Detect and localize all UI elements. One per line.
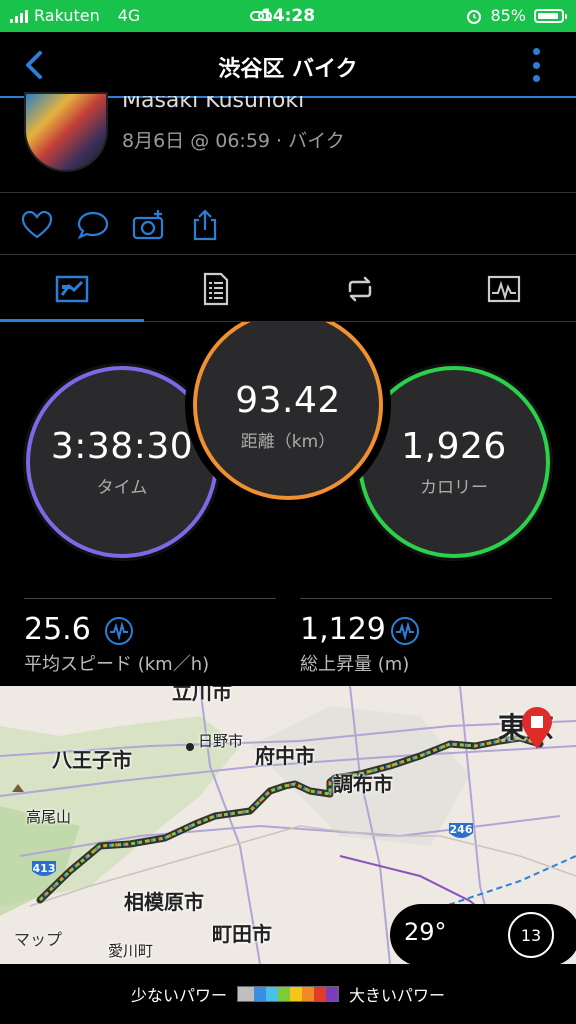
legend-high-label: 大きいパワー [349, 986, 446, 1005]
waveform-icon[interactable] [104, 616, 134, 646]
loop-icon [348, 276, 372, 301]
calories-value: 1,926 [401, 426, 507, 467]
calories-label: カロリー [420, 478, 488, 498]
document-icon [203, 272, 229, 305]
legend-swatch [238, 987, 254, 1001]
map-label-hino: 日野市 [198, 732, 244, 750]
map-label-takao: 高尾山 [26, 808, 72, 826]
distance-ring[interactable]: 93.42 距離（km） [193, 322, 383, 500]
legend-swatch [326, 987, 338, 1001]
map-label-aikawa: 愛川町 [108, 942, 154, 960]
tab-laps[interactable] [288, 256, 432, 321]
status-right: 85% [466, 6, 567, 25]
camera-add-icon[interactable] [132, 208, 166, 242]
route-shield-246: 246 [449, 823, 473, 836]
time-ring[interactable]: 3:38:30 タイム [26, 366, 218, 558]
calories-ring[interactable]: 1,926 カロリー [358, 366, 550, 558]
legend-swatch [302, 987, 314, 1001]
maps-attribution: マップ [14, 930, 63, 949]
distance-value: 93.42 [235, 380, 341, 421]
map-label-machida: 町田市 [212, 922, 272, 946]
power-color-scale [237, 986, 339, 1002]
stats-rings: 3:38:30 タイム 1,926 カロリー 93.42 距離（km） [0, 322, 576, 572]
battery-percent: 85% [490, 6, 526, 25]
ascent-value: 1,129 [300, 612, 386, 647]
weather-badge: 13 [508, 912, 554, 958]
divider [0, 254, 576, 255]
overview-icon [55, 275, 89, 302]
alarm-icon [467, 9, 482, 24]
legend-low-label: 少ないパワー [130, 986, 227, 1005]
avg-speed-label: 平均スピード (km／h) [24, 654, 210, 675]
legend-swatch [314, 987, 326, 1001]
user-name[interactable]: Masaki Kusunoki [122, 96, 304, 118]
weather-pill: 29° 13 [390, 904, 576, 964]
tab-bar [0, 256, 576, 322]
route-shield-413: 413 [32, 862, 56, 875]
map-label-hachioji: 八王子市 [52, 748, 132, 772]
chart-icon [487, 275, 521, 302]
route-map[interactable]: 立川市 八王子市 日野市 府中市 調布市 高尾山 相模原市 町田市 愛川町 東京… [0, 686, 576, 964]
heart-icon[interactable] [20, 208, 54, 242]
distance-label: 距離（km） [240, 432, 336, 452]
time-label: タイム [96, 478, 148, 498]
tab-charts[interactable] [432, 256, 576, 321]
weather-temp: 29° [404, 918, 447, 946]
legend-swatch [254, 987, 266, 1001]
map-label-fuchu: 府中市 [255, 744, 315, 768]
action-bar [20, 204, 222, 246]
map-label-sagamihara: 相模原市 [124, 890, 204, 914]
more-options-icon[interactable] [532, 48, 540, 82]
time-value: 3:38:30 [50, 426, 194, 467]
legend-swatch [278, 987, 290, 1001]
tab-details[interactable] [144, 256, 288, 321]
map-label-chofu: 調布市 [333, 772, 393, 796]
avg-speed-value: 25.6 [24, 612, 91, 647]
page-title: 渋谷区 バイク [218, 57, 358, 82]
waveform-icon[interactable] [390, 616, 420, 646]
power-legend: 少ないパワー 大きいパワー [0, 964, 576, 1024]
avatar[interactable] [24, 92, 108, 172]
app-header: 渋谷区 バイク [0, 32, 576, 98]
battery-icon [534, 8, 567, 23]
activity-meta: 8月6日 @ 06:59 · バイク [122, 130, 345, 152]
tab-overview[interactable] [0, 256, 144, 322]
map-label-tachikawa: 立川市 [172, 686, 232, 704]
share-icon[interactable] [188, 208, 222, 242]
status-bar: Rakuten 4G 14:28 85% [0, 0, 576, 32]
comment-icon[interactable] [76, 208, 110, 242]
ascent-label: 総上昇量 (m) [300, 654, 410, 675]
legend-swatch [290, 987, 302, 1001]
legend-swatch [266, 987, 278, 1001]
divider [0, 192, 576, 193]
end-pin-icon [522, 707, 552, 749]
